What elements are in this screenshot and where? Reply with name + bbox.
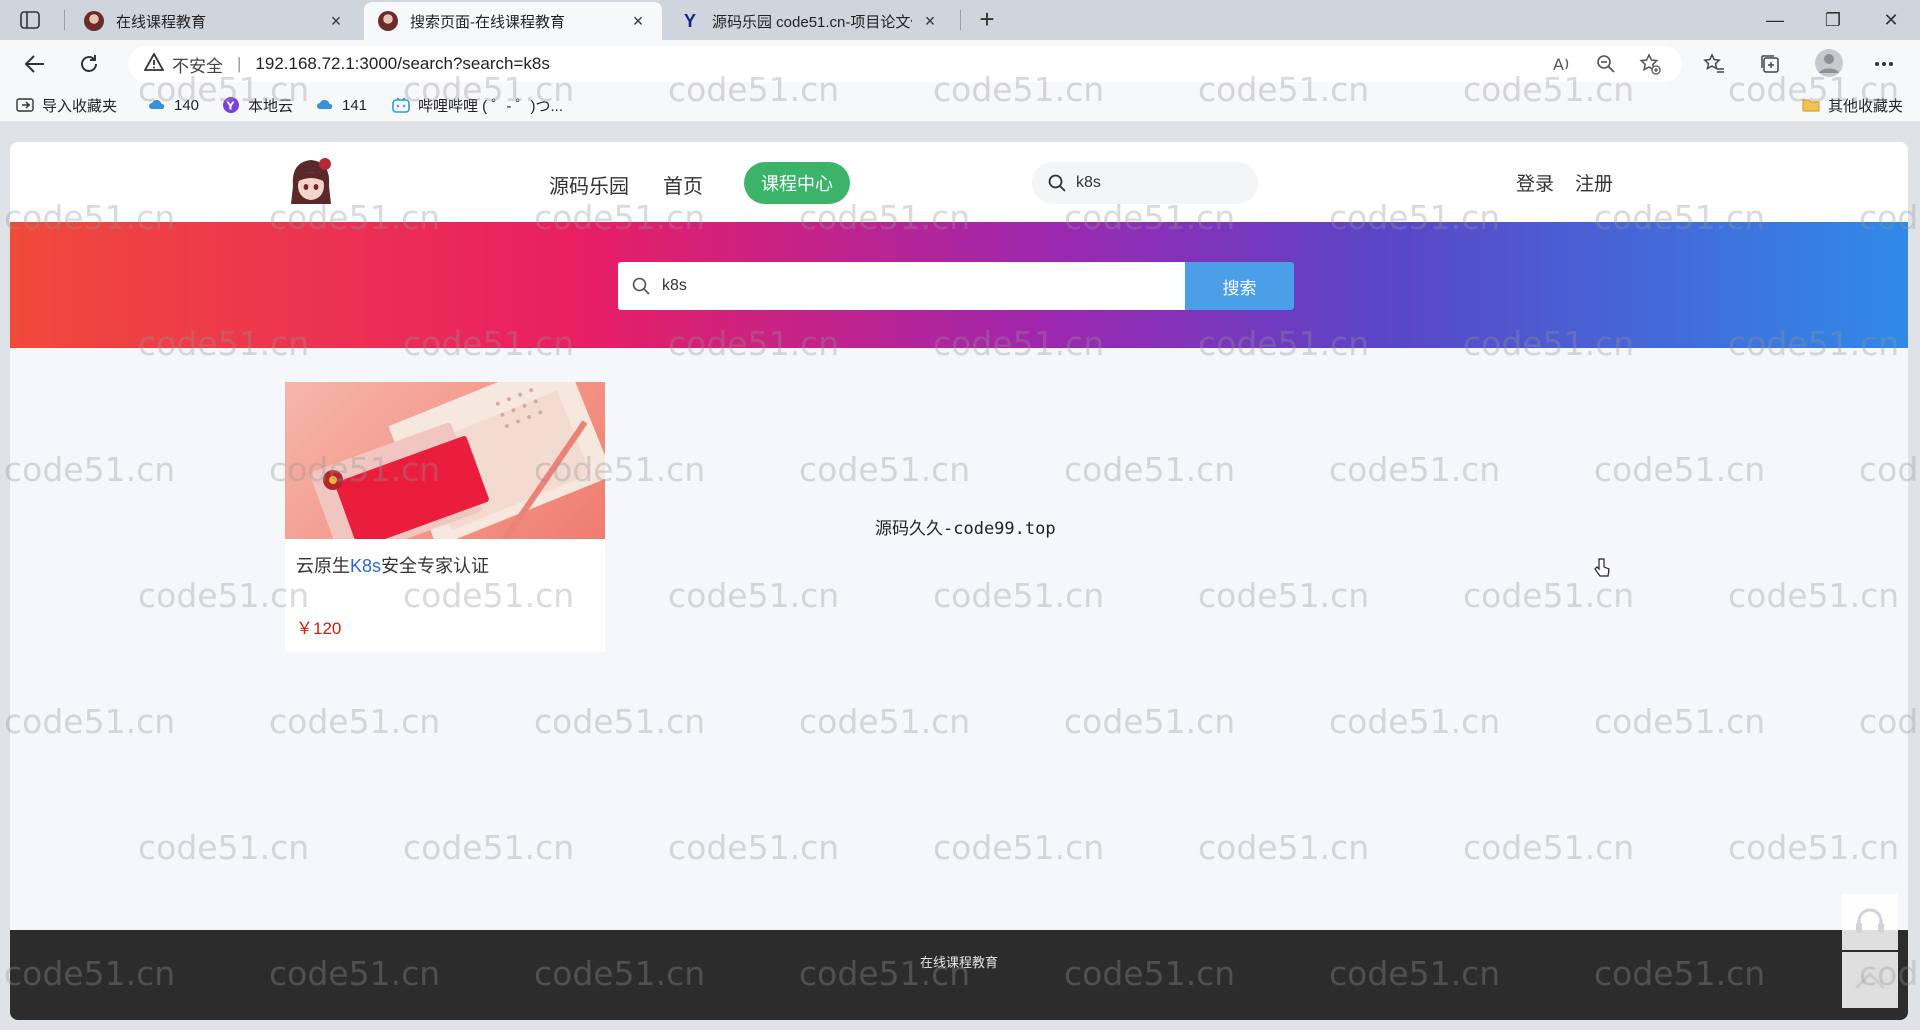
favorites-icon[interactable] <box>1700 50 1728 78</box>
tab-close-icon[interactable]: × <box>326 11 346 32</box>
reload-icon <box>81 55 97 72</box>
course-title-highlight: K8s <box>350 556 382 576</box>
add-favorite-icon[interactable] <box>1636 50 1664 78</box>
course-price: ￥120 <box>296 619 342 638</box>
favorite-label: 导入收藏夹 <box>42 97 118 115</box>
nav-brand-link[interactable]: 源码乐园 <box>549 170 629 199</box>
hand-cursor-icon <box>1594 558 1610 583</box>
page-viewport: 源码乐园 首页 课程中心 k8s 登录 注册 k8s 搜索 云原生K8s安全专家… <box>10 142 1908 1020</box>
collections-icon[interactable] <box>1756 50 1784 78</box>
url-separator: | <box>237 54 242 73</box>
browser-tab-bar: 在线课程教育 × 搜索页面-在线课程教育 × Y 源码乐园 code51.cn-… <box>0 0 1920 40</box>
zoom-out-icon[interactable] <box>1592 50 1620 78</box>
tab-title: 在线课程教育 <box>116 13 207 31</box>
favorite-label: 本地云 <box>248 97 294 115</box>
customer-service-button[interactable] <box>1842 894 1898 950</box>
search-icon <box>1048 174 1066 192</box>
course-card[interactable]: 云原生K8s安全专家认证 ￥120 <box>285 382 605 652</box>
favorite-140[interactable]: 140 <box>148 94 199 116</box>
site-logo[interactable] <box>285 156 337 208</box>
tab-title: 搜索页面-在线课程教育 <box>410 13 565 31</box>
hero-search-input[interactable]: k8s <box>618 262 1185 310</box>
favorites-bar: 导入收藏夹 140 Y 本地云 141 哔哩哔哩 ( ゜- ゜)つ... 其他收… <box>0 88 1920 122</box>
favorite-local-cloud[interactable]: Y 本地云 <box>222 94 293 116</box>
anime-avatar-icon <box>291 158 331 204</box>
chevron-up-icon <box>1854 971 1886 990</box>
course-title-prefix: 云原生 <box>296 556 350 576</box>
cloud-icon <box>148 96 166 114</box>
security-status[interactable]: 不安全 <box>172 52 223 77</box>
folder-icon <box>1802 96 1820 114</box>
header-search-input[interactable]: k8s <box>1032 162 1258 204</box>
nav-course-center-button[interactable]: 课程中心 <box>744 162 850 204</box>
header-search-value: k8s <box>1076 174 1101 191</box>
course-title[interactable]: 云原生K8s安全专家认证 <box>296 552 489 578</box>
tab-online-course[interactable]: 在线课程教育 × <box>70 2 360 40</box>
site-favicon-icon <box>378 11 398 31</box>
address-bar-row: 不安全 | 192.168.72.1:3000/search?search=k8… <box>0 40 1920 88</box>
search-icon <box>632 277 650 295</box>
course-cover-image <box>310 382 605 539</box>
tab-separator <box>64 10 65 30</box>
new-tab-button[interactable]: + <box>972 6 1002 34</box>
tab-close-icon[interactable]: × <box>920 11 940 32</box>
tab-title: 源码乐园 code51.cn-项目论文代 <box>712 13 912 31</box>
profile-avatar[interactable] <box>1812 46 1846 80</box>
headset-icon <box>1856 908 1884 933</box>
tab-search-page[interactable]: 搜索页面-在线课程教育 × <box>364 2 662 40</box>
tab-actions-icon <box>20 11 40 29</box>
y-logo-icon: Y <box>683 10 696 31</box>
favorite-label: 其他收藏夹 <box>1828 97 1904 115</box>
close-window-button[interactable]: ✕ <box>1868 4 1914 36</box>
favorite-label: 140 <box>174 96 200 114</box>
login-link[interactable]: 登录 <box>1516 169 1554 196</box>
site-footer: 在线课程教育 <box>10 930 1908 1020</box>
cloud-icon <box>316 96 334 114</box>
svg-text:A: A <box>1553 55 1564 73</box>
profile-icon <box>1815 49 1843 77</box>
tab-close-icon[interactable]: × <box>628 11 648 32</box>
tab-actions-button[interactable] <box>14 8 46 32</box>
hero-banner: k8s 搜索 <box>10 222 1908 348</box>
search-button[interactable]: 搜索 <box>1185 262 1294 310</box>
reload-button[interactable] <box>72 48 106 80</box>
yahoo-icon: Y <box>222 96 240 114</box>
favorite-label: 哔哩哔哩 ( ゜- ゜)つ... <box>418 97 563 115</box>
more-menu-icon[interactable] <box>1870 50 1898 78</box>
favorite-141[interactable]: 141 <box>316 94 367 116</box>
restore-button[interactable]: ❐ <box>1810 4 1856 36</box>
import-icon <box>16 96 34 114</box>
minimize-button[interactable]: — <box>1752 4 1798 36</box>
overlay-text: 源码久久-code99.top <box>875 519 1056 539</box>
other-favorites-folder[interactable]: 其他收藏夹 <box>1802 94 1903 116</box>
tab-code51[interactable]: Y 源码乐园 code51.cn-项目论文代 × <box>666 2 954 40</box>
site-header: 源码乐园 首页 课程中心 k8s 登录 注册 <box>10 142 1908 222</box>
warning-triangle-icon <box>143 51 165 76</box>
hero-search-value: k8s <box>662 277 687 294</box>
favorite-label: 141 <box>342 96 368 114</box>
footer-text: 在线课程教育 <box>919 955 998 970</box>
url-text[interactable]: 192.168.72.1:3000/search?search=k8s <box>255 54 549 74</box>
course-title-suffix: 安全专家认证 <box>381 556 490 576</box>
back-button[interactable] <box>18 48 52 80</box>
favorite-import[interactable]: 导入收藏夹 <box>16 94 117 116</box>
register-link[interactable]: 注册 <box>1575 169 1613 196</box>
nav-home-link[interactable]: 首页 <box>663 170 703 199</box>
tab-separator <box>960 10 961 30</box>
url-input[interactable]: 不安全 | 192.168.72.1:3000/search?search=k8… <box>128 46 1682 82</box>
favorite-bilibili[interactable]: 哔哩哔哩 ( ゜- ゜)つ... <box>392 94 563 116</box>
read-aloud-icon[interactable]: A <box>1548 50 1576 78</box>
course-thumbnail[interactable] <box>285 382 605 539</box>
bilibili-icon <box>392 96 410 114</box>
site-favicon-icon <box>84 11 104 31</box>
back-to-top-button[interactable] <box>1842 952 1898 1008</box>
svg-text:Y: Y <box>226 100 236 113</box>
back-arrow-icon <box>24 55 44 73</box>
